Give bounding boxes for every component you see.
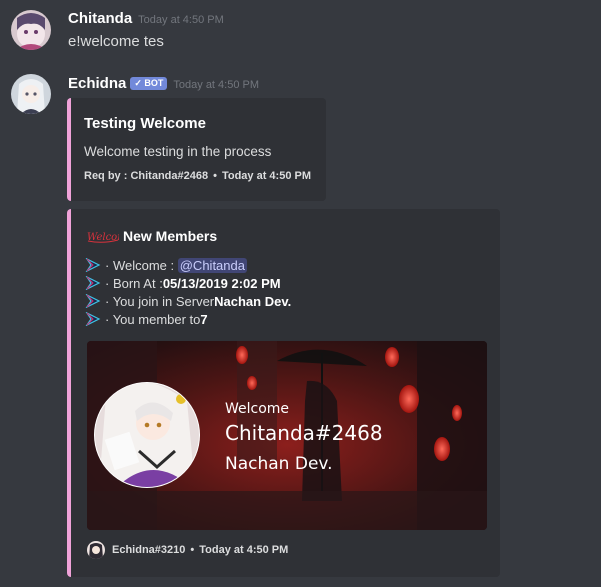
username[interactable]: Chitanda Today at 4:50 PM xyxy=(68,10,224,27)
list-item-born: · Born At : 05/13/2019 2:02 PM xyxy=(85,274,291,292)
line-prefix: · You member to xyxy=(105,311,201,327)
welcome-logo-icon: Welcome xyxy=(87,229,133,243)
welcome-card-image[interactable]: Welcome Chitanda#2468 Nachan Dev. xyxy=(87,341,487,530)
line-prefix: · Born At : xyxy=(105,275,163,291)
embed-new-members: Welcome New Members · Welcome : @Chitand… xyxy=(67,209,500,577)
embed-footer: Req by : Chitanda#2468 • Today at 4:50 P… xyxy=(84,170,311,182)
bot-badge: ✓ BOT xyxy=(130,77,168,90)
username[interactable]: Echidna ✓ BOT Today at 4:50 PM xyxy=(68,75,259,92)
footer-avatar xyxy=(87,541,105,559)
username-text[interactable]: Echidna xyxy=(68,75,126,92)
timestamp: Today at 4:50 PM xyxy=(173,79,260,91)
avatar[interactable] xyxy=(11,10,51,50)
embed-title: Testing Welcome xyxy=(84,115,206,132)
born-date: 05/13/2019 2:02 PM xyxy=(162,275,281,291)
footer-author: Echidna#3210 xyxy=(112,544,186,556)
card-username: Chitanda#2468 xyxy=(225,421,383,445)
avatar[interactable] xyxy=(11,74,51,114)
message-content: e!welcome tes xyxy=(68,33,164,50)
embed-title: New Members xyxy=(123,228,218,244)
server-name: Nachan Dev. xyxy=(214,293,292,309)
embed-description: Welcome testing in the process xyxy=(84,144,272,159)
member-count: 7 xyxy=(200,311,208,327)
arrow-icon xyxy=(85,257,101,273)
member-info-list: · Welcome : @Chitanda · Born At : 05/13/… xyxy=(85,256,291,328)
list-item-member-count: · You member to 7 xyxy=(85,310,291,328)
arrow-icon xyxy=(85,293,101,309)
user-mention[interactable]: @Chitanda xyxy=(177,257,247,273)
card-welcome-label: Welcome xyxy=(225,401,290,417)
arrow-icon xyxy=(85,275,101,291)
line-prefix: · You join in Server xyxy=(105,293,215,309)
username-text[interactable]: Chitanda xyxy=(68,10,132,27)
line-prefix: · Welcome : xyxy=(105,257,175,273)
footer-separator: • xyxy=(213,170,217,182)
list-item-welcome: · Welcome : @Chitanda xyxy=(85,256,291,274)
footer-separator: • xyxy=(190,544,195,556)
footer-timestamp: Today at 4:50 PM xyxy=(221,170,311,182)
timestamp: Today at 4:50 PM xyxy=(138,14,224,26)
list-item-server: · You join in Server Nachan Dev. xyxy=(85,292,291,310)
message-chitanda: Chitanda Today at 4:50 PM e!welcome tes xyxy=(0,10,601,60)
arrow-icon xyxy=(85,311,101,327)
embed-testing-welcome: Testing Welcome Welcome testing in the p… xyxy=(67,98,326,201)
card-server-name: Nachan Dev. xyxy=(225,454,333,474)
footer-requester: Req by : Chitanda#2468 xyxy=(84,170,209,182)
embed-footer: Echidna#3210 • Today at 4:50 PM xyxy=(87,541,288,559)
embed-author: Welcome New Members xyxy=(87,228,217,244)
footer-timestamp: Today at 4:50 PM xyxy=(199,544,289,556)
